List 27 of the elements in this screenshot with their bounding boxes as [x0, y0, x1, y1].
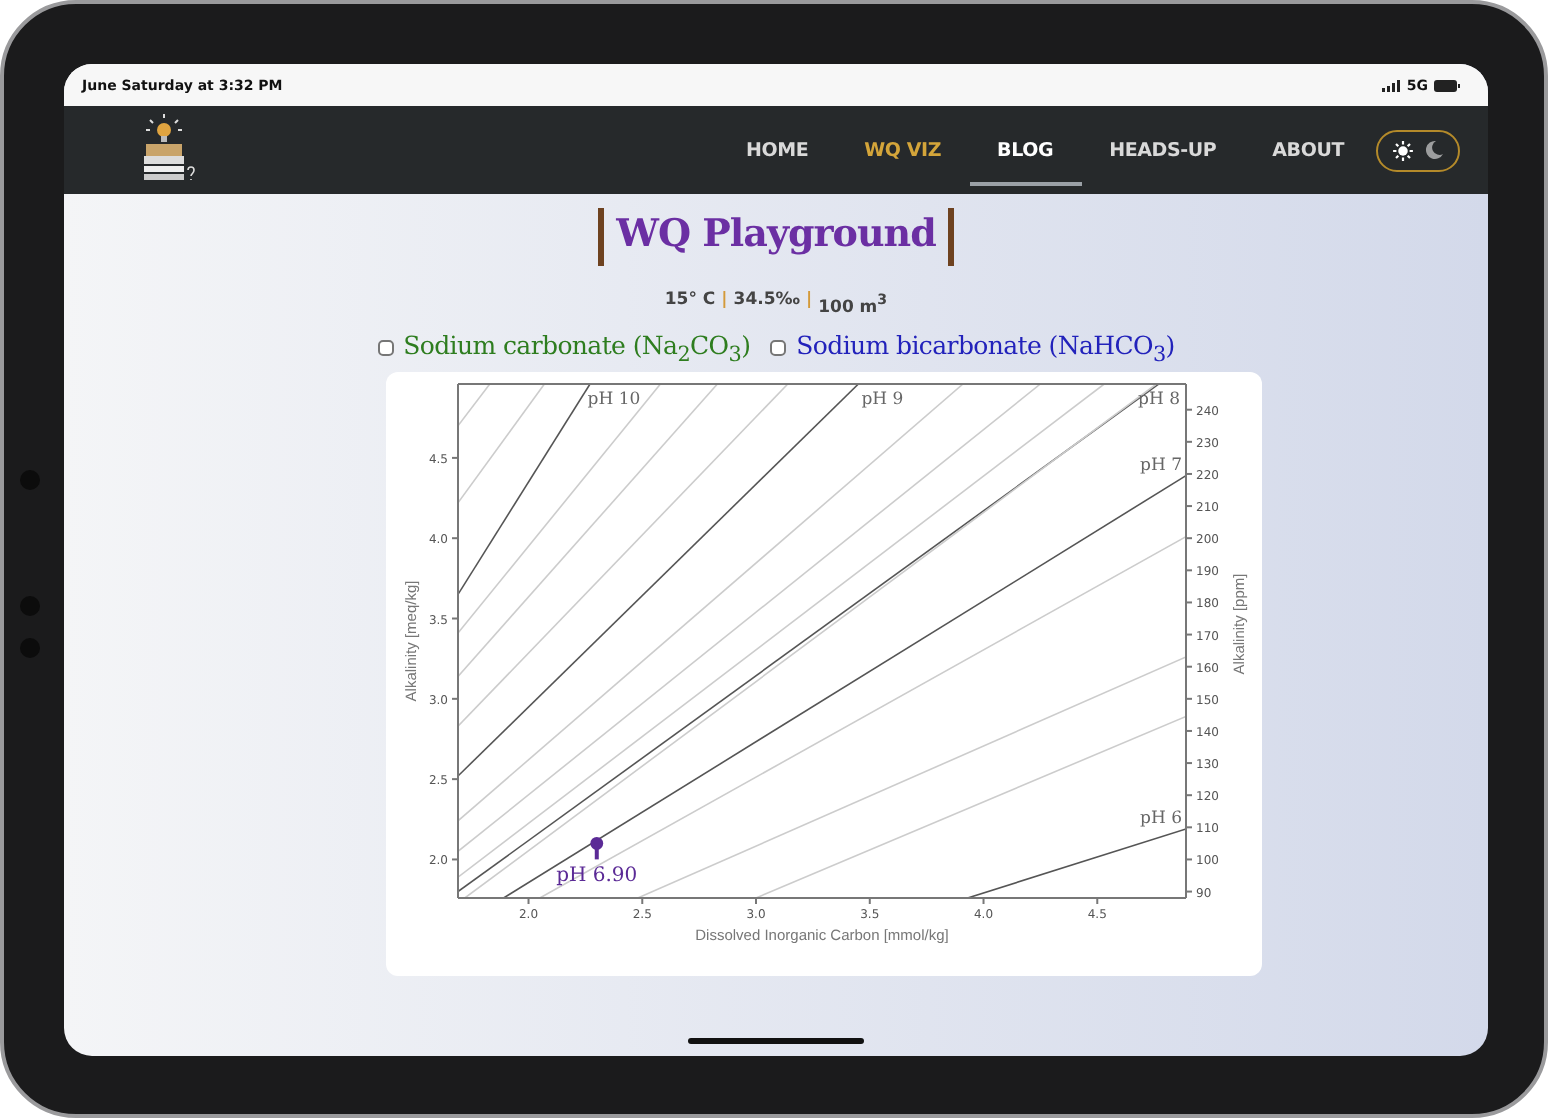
option-label[interactable]: Sodium carbonate (Na$_{2}$CO$_{3}$) — [403, 329, 751, 367]
line-label: pH 7 — [1140, 456, 1182, 477]
condition-value: 15° C — [664, 290, 716, 314]
point-label: pH 6.90 — [556, 866, 638, 889]
nav-link[interactable]: ABOUT — [1244, 115, 1372, 185]
condition-value: 100 m$^{3}$ — [818, 290, 888, 318]
condition-value: 34.5‰ — [733, 290, 800, 314]
sun-icon — [1391, 139, 1414, 161]
page-title: WQ Playground — [598, 208, 954, 266]
nav-link[interactable]: HEADS-UP — [1081, 115, 1245, 185]
checkbox[interactable] — [377, 340, 394, 357]
line-label: pH 10 — [587, 390, 641, 411]
signal-icon — [1382, 79, 1401, 91]
line-label: pH 8 — [1138, 390, 1180, 411]
nav-link[interactable]: WQ VIZ — [836, 115, 970, 185]
nav-link[interactable]: BLOG — [969, 115, 1082, 185]
separator: | — [806, 290, 813, 314]
line-label: pH 9 — [861, 390, 904, 411]
point-marker[interactable] — [590, 837, 604, 861]
checkbox[interactable] — [770, 340, 787, 357]
nav-link[interactable]: HOME — [717, 115, 837, 185]
separator: | — [721, 290, 728, 314]
moon-icon — [1424, 140, 1445, 160]
battery-icon — [1434, 79, 1460, 91]
line-label: pH 6 — [1140, 809, 1182, 830]
option-label[interactable]: Sodium bicarbonate (NaHCO$_{3}$) — [796, 329, 1175, 367]
theme-toggle[interactable] — [1376, 129, 1460, 171]
